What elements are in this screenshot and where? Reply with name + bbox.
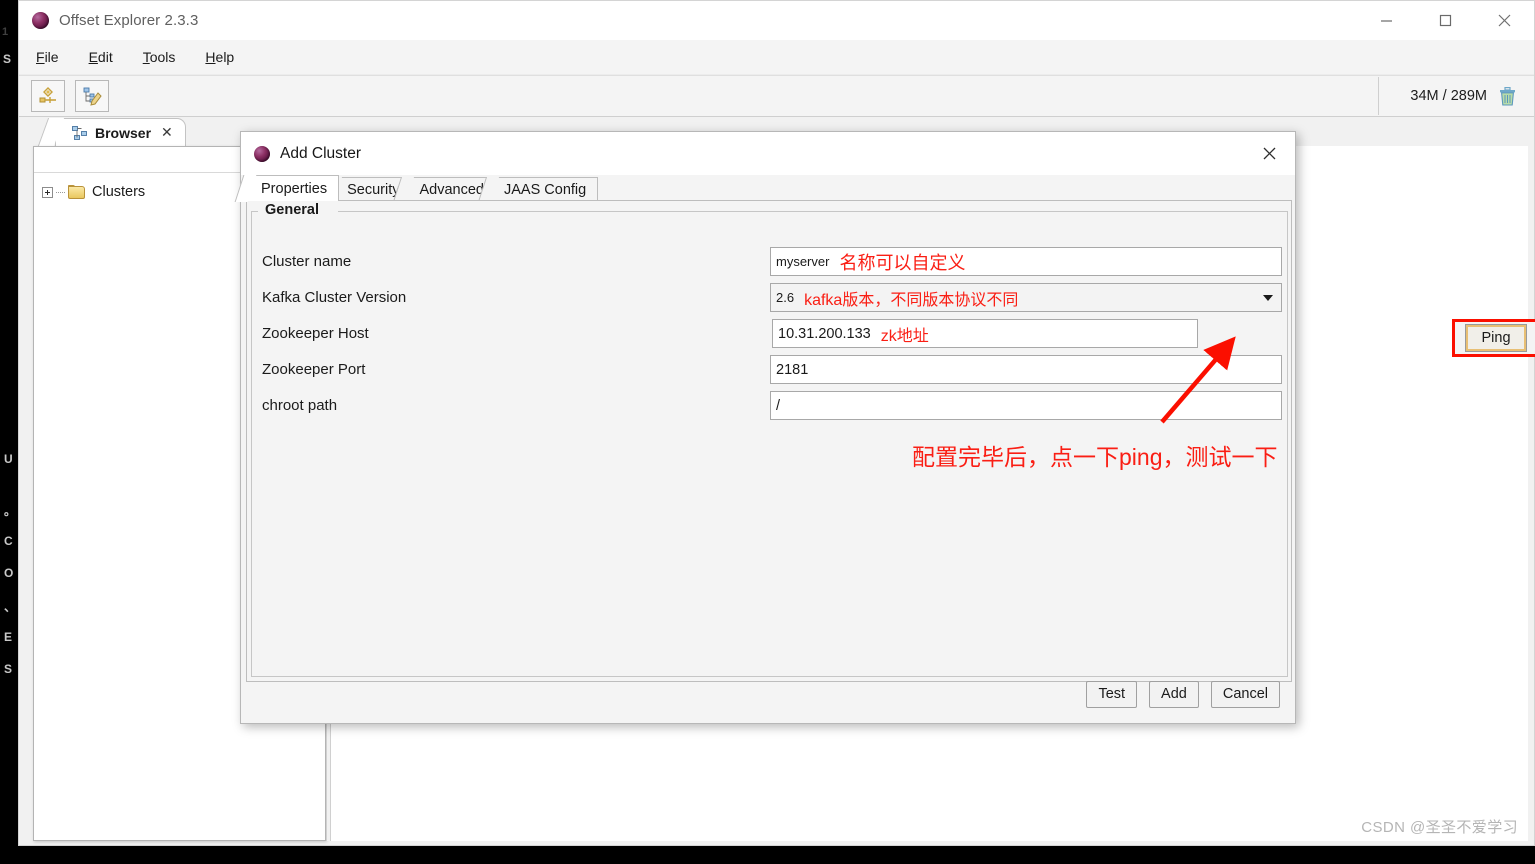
field-row-chroot-path: chroot path /	[262, 391, 1282, 420]
label-cluster-name: Cluster name	[262, 253, 352, 270]
tab-jaas-config[interactable]: JAAS Config	[488, 177, 599, 201]
maximize-button[interactable]	[1416, 1, 1475, 40]
value-zookeeper-port: 2181	[776, 361, 809, 378]
input-cluster-name[interactable]: myserver 名称可以自定义	[770, 247, 1282, 276]
value-cluster-name: myserver	[776, 254, 830, 269]
value-kafka-version: 2.6	[776, 290, 795, 305]
field-row-cluster-name: Cluster name myserver 名称可以自定义	[262, 247, 1282, 276]
test-button[interactable]: Test	[1086, 680, 1138, 708]
menu-rest: dit	[97, 49, 113, 65]
desktop-ghost-char: 1	[2, 26, 9, 38]
input-zookeeper-port[interactable]: 2181	[770, 355, 1282, 384]
input-zookeeper-host[interactable]: 10.31.200.133 zk地址	[772, 319, 1198, 348]
menu-mnemonic: F	[36, 49, 45, 65]
cancel-button-label: Cancel	[1222, 686, 1268, 702]
annotation-zookeeper-host: zk地址	[880, 327, 929, 345]
trash-icon[interactable]	[1499, 86, 1516, 106]
app-sphere-icon	[32, 12, 49, 29]
label-zookeeper-host: Zookeeper Host	[262, 325, 369, 342]
menu-item-edit[interactable]: Edit	[76, 46, 126, 68]
desktop-ghost-char: 、	[4, 600, 17, 614]
connector-icon	[39, 87, 56, 103]
menu-item-tools[interactable]: Tools	[130, 46, 189, 68]
add-button[interactable]: Add	[1149, 680, 1199, 708]
annotation-cluster-name: 名称可以自定义	[839, 252, 966, 273]
toolbar	[19, 75, 1534, 117]
dialog-close-button[interactable]	[1243, 132, 1295, 175]
menu-mnemonic: H	[205, 49, 216, 65]
value-chroot-path: /	[776, 397, 781, 414]
tree-node-label: Clusters	[92, 184, 146, 200]
window-title: Offset Explorer 2.3.3	[59, 12, 199, 29]
desktop-ghost-char: C	[4, 534, 13, 548]
dialog-title-bar: Add Cluster	[241, 132, 1295, 175]
combo-kafka-version[interactable]: 2.6 kafka版本，不同版本协议不同	[770, 283, 1282, 312]
dialog-sphere-icon	[254, 145, 270, 162]
tab-label: Security	[347, 181, 400, 198]
menu-mnemonic: T	[142, 49, 150, 65]
desktop-ghost-char: 。	[4, 504, 17, 518]
tree-pencil-icon	[83, 87, 102, 106]
field-row-zookeeper-host: Zookeeper Host 10.31.200.133 zk地址 Ping	[262, 319, 1535, 357]
desktop-ghost-char: S	[3, 52, 12, 66]
memory-indicator: 34M / 289M	[1378, 77, 1526, 115]
edit-tree-button[interactable]	[75, 80, 109, 112]
tab-browser[interactable]: Browser ✕	[55, 118, 186, 146]
memory-usage-text: 34M / 289M	[1410, 88, 1487, 104]
menu-mnemonic: E	[88, 49, 98, 65]
plus-expander-icon[interactable]	[42, 186, 53, 198]
browser-tree-icon	[72, 125, 87, 140]
tab-browser-label: Browser	[95, 124, 152, 141]
ping-button-label: Ping	[1481, 330, 1511, 346]
window-controls	[1357, 1, 1534, 40]
desktop-ghost-char: S	[4, 662, 13, 676]
dialog-tabs: Properties Security Advanced JAAS Config	[246, 175, 599, 201]
ping-highlight-box: Ping	[1452, 319, 1535, 357]
field-row-zookeeper-port: Zookeeper Port 2181	[262, 355, 1282, 384]
menu-rest: elp	[215, 49, 235, 65]
annotation-kafka-version: kafka版本，不同版本协议不同	[804, 291, 1019, 309]
label-kafka-version: Kafka Cluster Version	[262, 289, 407, 306]
dialog-title: Add Cluster	[280, 144, 361, 162]
test-button-label: Test	[1098, 686, 1126, 702]
tab-label: JAAS Config	[503, 181, 587, 198]
menu-rest: ools	[149, 49, 176, 65]
tab-properties[interactable]: Properties	[246, 175, 340, 201]
cancel-button[interactable]: Cancel	[1210, 680, 1280, 708]
menu-bar: File Edit Tools Help	[19, 40, 1534, 75]
menu-item-file[interactable]: File	[23, 46, 72, 68]
add-connection-button[interactable]	[31, 80, 65, 112]
tab-browser-close-icon[interactable]: ✕	[161, 124, 173, 141]
menu-item-help[interactable]: Help	[192, 46, 247, 68]
tab-label: Advanced	[419, 181, 484, 198]
close-button[interactable]	[1475, 1, 1534, 40]
dialog-footer: Test Add Cancel	[246, 673, 1292, 715]
desktop-ghost-char: E	[4, 630, 13, 644]
value-zookeeper-host: 10.31.200.133	[778, 325, 871, 342]
add-button-label: Add	[1161, 686, 1187, 702]
desktop-ghost-char: O	[4, 566, 14, 580]
tree-connector	[56, 191, 65, 193]
desktop-ghost-char: U	[4, 452, 13, 466]
field-row-kafka-version: Kafka Cluster Version 2.6 kafka版本，不同版本协议…	[262, 283, 1282, 312]
menu-rest: ile	[44, 49, 59, 65]
minimize-button[interactable]	[1357, 1, 1416, 40]
label-zookeeper-port: Zookeeper Port	[262, 361, 366, 378]
folder-icon	[68, 185, 85, 199]
tab-label: Properties	[261, 180, 328, 197]
general-group-label: General	[261, 202, 323, 218]
chevron-down-icon[interactable]	[1263, 294, 1273, 301]
ping-button[interactable]: Ping	[1466, 325, 1526, 351]
ping-note-annotation: 配置完毕后，点一下ping，测试一下	[912, 444, 1278, 470]
label-chroot-path: chroot path	[262, 397, 338, 414]
add-cluster-dialog: Add Cluster Properties Security Advanced…	[240, 131, 1535, 724]
watermark: CSDN @圣圣不爱学习	[1361, 819, 1518, 836]
title-bar: Offset Explorer 2.3.3	[19, 1, 1534, 40]
input-chroot-path[interactable]: /	[770, 391, 1282, 420]
